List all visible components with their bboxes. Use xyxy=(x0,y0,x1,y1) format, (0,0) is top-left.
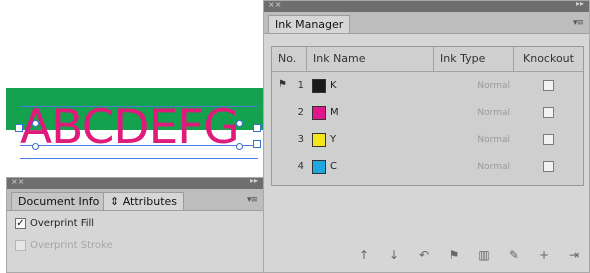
column-ink-type[interactable]: Ink Type xyxy=(434,47,514,71)
anchor-point[interactable] xyxy=(236,143,243,150)
table-row[interactable]: 3 Y Normal xyxy=(272,126,583,153)
selection-handle[interactable] xyxy=(253,140,261,148)
close-icon[interactable]: ×× xyxy=(11,177,24,186)
overprint-fill-checkbox[interactable]: ✓ xyxy=(15,218,26,229)
ink-name: Y xyxy=(330,134,337,145)
panel-menu-icon[interactable]: ▾≡ xyxy=(573,18,584,28)
panel-menu-icon[interactable]: ▾≡ xyxy=(247,195,258,205)
anchor-point[interactable] xyxy=(32,143,39,150)
overprint-fill-option[interactable]: ✓ Overprint Fill xyxy=(15,218,94,229)
collapse-icon[interactable]: ▸▸ xyxy=(576,0,584,8)
ink-type: Normal xyxy=(477,134,510,145)
ink-table: No. Ink Name Ink Type Knockout ⚑ 1 K Nor… xyxy=(271,46,584,186)
selection-bottom-edge xyxy=(20,158,258,159)
overprint-fill-label: Overprint Fill xyxy=(30,218,95,229)
selection-handle[interactable] xyxy=(253,124,261,132)
attributes-tabbar: Document Info ⇕ Attributes ▾≡ xyxy=(7,189,263,211)
ink-number: 2 xyxy=(297,107,304,118)
table-row[interactable]: 2 M Normal xyxy=(272,99,583,126)
ink-type: Normal xyxy=(477,107,510,118)
add-icon[interactable]: + xyxy=(534,248,554,262)
overprint-stroke-checkbox xyxy=(15,240,26,251)
ink-swatch xyxy=(312,78,326,93)
ink-type: Normal xyxy=(477,161,510,172)
ink-manager-panel: ×× ▸▸ Ink Manager ▾≡ No. Ink Name Ink Ty… xyxy=(263,0,590,273)
ink-name: M xyxy=(330,107,339,118)
ink-table-header: No. Ink Name Ink Type Knockout xyxy=(272,47,583,72)
selection-handle[interactable] xyxy=(15,124,23,132)
export-icon[interactable]: ⇥ xyxy=(564,248,584,262)
ink-manager-tabbar: Ink Manager ▾≡ xyxy=(264,12,589,34)
ink-swatch xyxy=(312,132,326,147)
sort-icon: ⇕ xyxy=(110,195,120,208)
ink-name: C xyxy=(330,161,337,172)
flag-icon[interactable]: ⚑ xyxy=(444,248,464,262)
ink-swatch xyxy=(312,105,326,120)
edit-icon[interactable]: ✎ xyxy=(504,248,524,262)
panel-grip[interactable]: ×× ▸▸ xyxy=(264,0,589,12)
ink-number: 4 xyxy=(297,161,304,172)
knockout-checkbox[interactable] xyxy=(543,107,554,118)
undo-icon[interactable]: ↶ xyxy=(414,248,434,262)
move-down-icon[interactable]: ↓ xyxy=(384,248,404,262)
tab-ink-manager[interactable]: Ink Manager xyxy=(268,15,351,33)
ink-number: 3 xyxy=(297,134,304,145)
tab-attributes-label: Attributes xyxy=(122,195,178,208)
ink-swatch xyxy=(312,159,326,174)
column-knockout[interactable]: Knockout xyxy=(514,47,583,71)
move-up-icon[interactable]: ↑ xyxy=(354,248,374,262)
tab-attributes[interactable]: ⇕ Attributes xyxy=(103,192,185,210)
ink-number: 1 xyxy=(297,80,304,91)
attributes-panel: ×× ▸▸ Document Info ⇕ Attributes ▾≡ ✓ Ov… xyxy=(6,176,264,273)
selection-top-edge xyxy=(20,106,258,107)
overprint-stroke-option: Overprint Stroke xyxy=(15,240,113,251)
ink-type: Normal xyxy=(477,80,510,91)
anchor-point[interactable] xyxy=(236,120,243,127)
column-no[interactable]: No. xyxy=(272,47,307,71)
ink-toolbar: ↑ ↓ ↶ ⚑ ▥ ✎ + ⇥ xyxy=(354,247,584,263)
collapse-icon[interactable]: ▸▸ xyxy=(250,176,258,185)
table-row[interactable]: ⚑ 1 K Normal xyxy=(272,72,583,99)
knockout-checkbox[interactable] xyxy=(543,80,554,91)
knockout-checkbox[interactable] xyxy=(543,161,554,172)
selection-baseline xyxy=(20,145,258,146)
panel-grip[interactable]: ×× ▸▸ xyxy=(7,176,263,189)
knockout-checkbox[interactable] xyxy=(543,134,554,145)
table-row[interactable]: 4 C Normal xyxy=(272,153,583,180)
column-ink-name[interactable]: Ink Name xyxy=(307,47,434,71)
overprint-stroke-label: Overprint Stroke xyxy=(30,240,113,251)
close-icon[interactable]: ×× xyxy=(268,0,281,9)
ink-name: K xyxy=(330,80,337,91)
flag-icon: ⚑ xyxy=(278,79,287,90)
chart-icon[interactable]: ▥ xyxy=(474,248,494,262)
tab-document-info[interactable]: Document Info xyxy=(11,192,107,210)
anchor-point[interactable] xyxy=(32,120,39,127)
